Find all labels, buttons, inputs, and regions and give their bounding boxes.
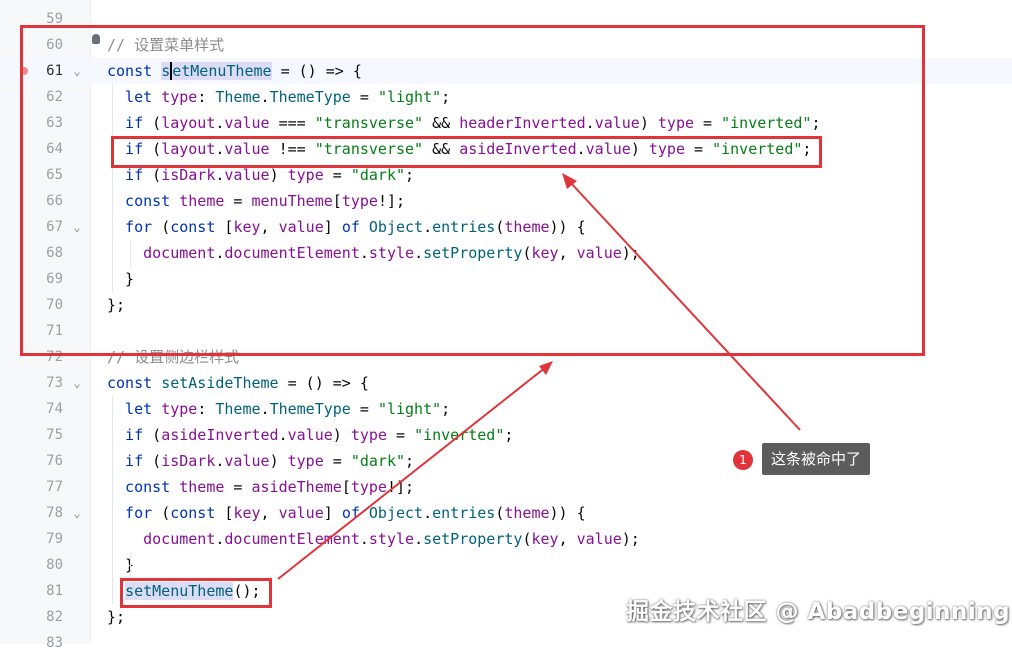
callout-number-badge: 1 <box>733 450 753 470</box>
callout-label: 这条被命中了 <box>762 443 871 475</box>
arrow-callout-to-line-64 <box>569 181 801 431</box>
watermark: 掘金技术社区 @ Abadbeginning <box>626 599 1011 625</box>
arrowhead-icon <box>539 361 553 375</box>
arrow-call-to-function <box>277 366 547 580</box>
annotation-arrows <box>277 173 801 580</box>
